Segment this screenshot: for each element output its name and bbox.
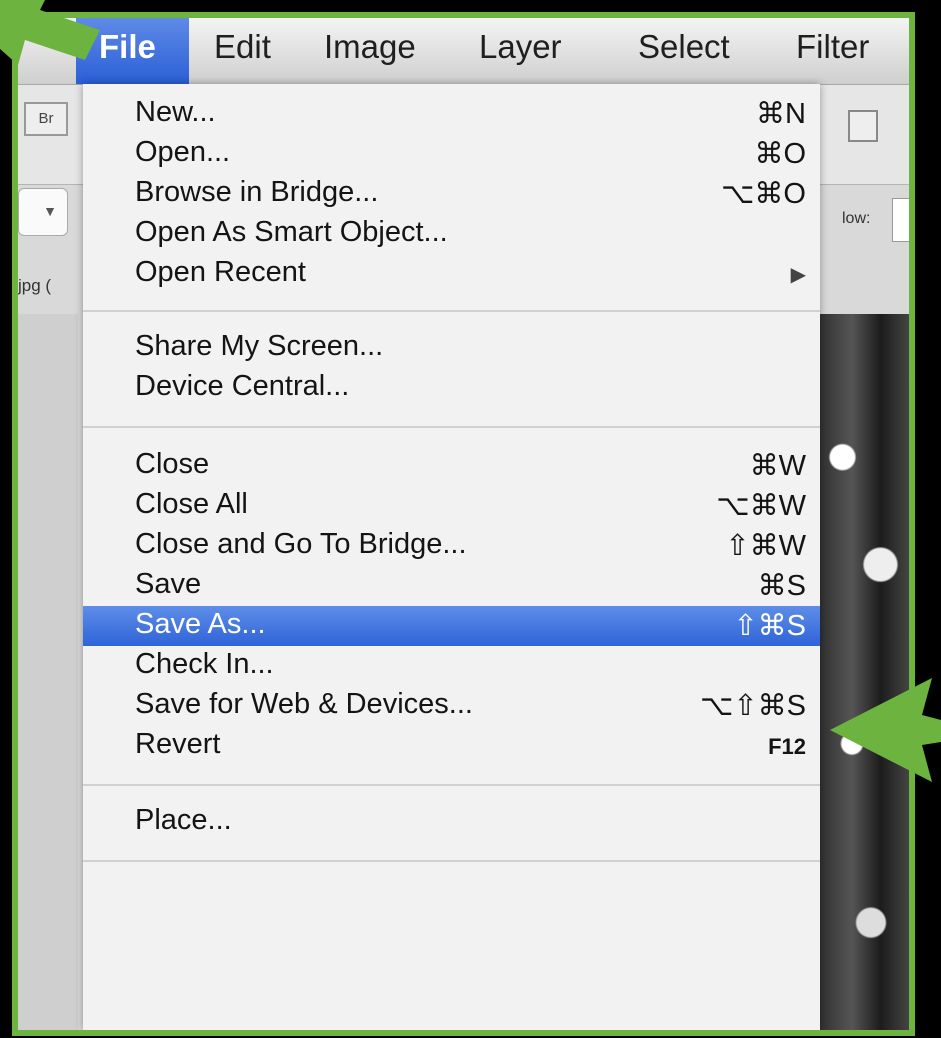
menu-select[interactable]: Select bbox=[638, 28, 730, 66]
menu-item-save-as[interactable]: Save As... ⇧⌘S bbox=[83, 606, 820, 646]
menu-layer[interactable]: Layer bbox=[479, 28, 562, 66]
menu-item-save[interactable]: Save ⌘S bbox=[83, 566, 820, 606]
flow-label: low: bbox=[842, 210, 871, 227]
bridge-button[interactable]: Br bbox=[24, 102, 68, 136]
menu-item-save-for-web[interactable]: Save for Web & Devices... ⌥⇧⌘S bbox=[83, 686, 820, 726]
menu-item-close-and-go-to-bridge[interactable]: Close and Go To Bridge... ⇧⌘W bbox=[83, 526, 820, 566]
menu-item-check-in[interactable]: Check In... bbox=[83, 646, 820, 686]
annotation-frame: Br ▼ jpg ( low: File Edit Image Layer Se… bbox=[0, 0, 941, 1038]
menu-item-revert[interactable]: Revert F12 bbox=[83, 726, 820, 766]
screenshot-area: Br ▼ jpg ( low: File Edit Image Layer Se… bbox=[12, 12, 915, 1036]
menu-separator bbox=[83, 310, 820, 312]
flow-input[interactable] bbox=[892, 198, 909, 242]
menu-item-new[interactable]: New... ⌘N bbox=[83, 94, 820, 134]
annotation-arrow-file-icon bbox=[0, 0, 100, 65]
file-menu-dropdown: New... ⌘N Open... ⌘O Browse in Bridge...… bbox=[83, 84, 820, 1030]
annotation-arrow-save-as-icon bbox=[830, 678, 941, 782]
menu-bar: File Edit Image Layer Select Filter bbox=[18, 18, 909, 85]
screen-mode-icon[interactable] bbox=[848, 110, 878, 142]
tools-panel bbox=[18, 314, 78, 1030]
menu-item-open[interactable]: Open... ⌘O bbox=[83, 134, 820, 174]
dropdown-arrow-icon: ▼ bbox=[43, 203, 57, 219]
menu-item-place[interactable]: Place... bbox=[83, 802, 820, 842]
document-tab[interactable]: jpg ( bbox=[18, 276, 51, 296]
menu-image[interactable]: Image bbox=[324, 28, 416, 66]
menu-item-open-recent[interactable]: Open Recent ▶ bbox=[83, 254, 820, 294]
menu-item-close[interactable]: Close ⌘W bbox=[83, 446, 820, 486]
submenu-arrow-icon: ▶ bbox=[790, 264, 806, 286]
menu-item-close-all[interactable]: Close All ⌥⌘W bbox=[83, 486, 820, 526]
menu-separator bbox=[83, 784, 820, 786]
tool-preset-dropdown[interactable]: ▼ bbox=[18, 188, 68, 236]
menu-item-device-central[interactable]: Device Central... bbox=[83, 368, 820, 408]
menu-item-browse-in-bridge[interactable]: Browse in Bridge... ⌥⌘O bbox=[83, 174, 820, 214]
menu-filter[interactable]: Filter bbox=[796, 28, 869, 66]
menu-separator bbox=[83, 860, 820, 862]
menu-item-share-my-screen[interactable]: Share My Screen... bbox=[83, 328, 820, 368]
menu-item-open-as-smart-object[interactable]: Open As Smart Object... bbox=[83, 214, 820, 254]
menu-edit[interactable]: Edit bbox=[214, 28, 271, 66]
menu-separator bbox=[83, 426, 820, 428]
